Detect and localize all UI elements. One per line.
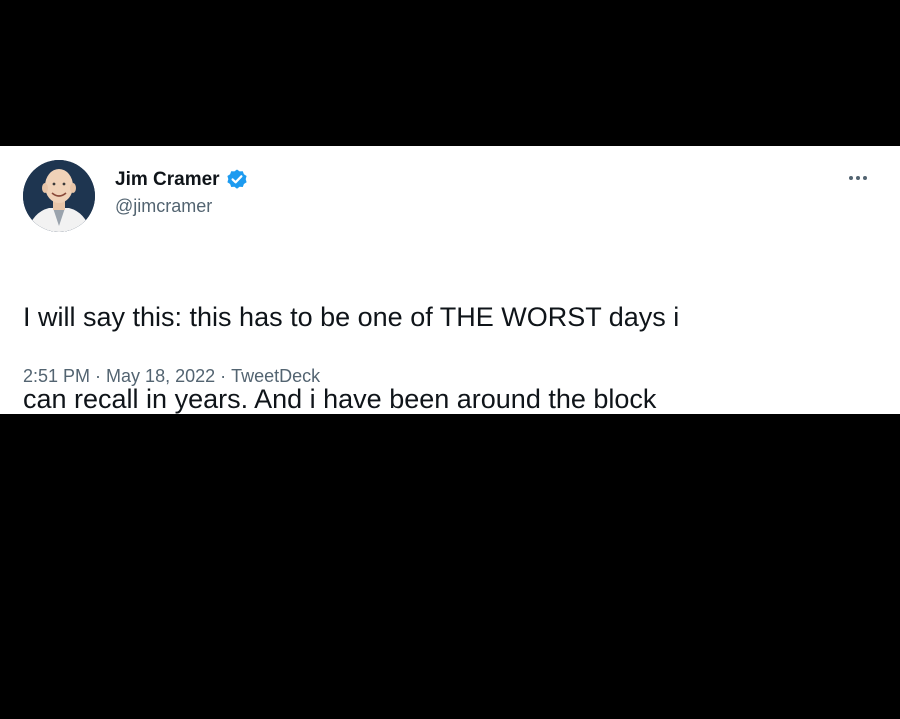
name-row: Jim Cramer (115, 166, 249, 194)
more-options-icon[interactable] (844, 170, 872, 186)
more-dot (856, 176, 860, 180)
handle[interactable]: @jimcramer (115, 196, 249, 217)
tweet-metadata: 2:51 PM · May 18, 2022 · TweetDeck (23, 366, 320, 387)
tweet-time[interactable]: 2:51 PM (23, 366, 90, 387)
tweet-source: TweetDeck (231, 366, 321, 386)
tweet-text-line: I will say this: this has to be one of T… (23, 302, 680, 332)
display-name[interactable]: Jim Cramer (115, 169, 220, 191)
tweet-card: Jim Cramer @jimcramer I will say this: t… (0, 146, 900, 414)
tweet-header: Jim Cramer @jimcramer (115, 166, 249, 217)
tweet-date[interactable]: May 18, 2022 (106, 366, 215, 387)
more-dot (849, 176, 853, 180)
avatar-image (23, 160, 95, 232)
screenshot-canvas: Jim Cramer @jimcramer I will say this: t… (0, 0, 900, 719)
meta-separator: · (220, 366, 227, 386)
tweet-text: I will say this: this has to be one of T… (23, 256, 873, 461)
meta-separator: · (95, 366, 102, 386)
avatar[interactable] (23, 160, 95, 232)
more-dot (863, 176, 867, 180)
verified-badge-icon (225, 168, 249, 192)
